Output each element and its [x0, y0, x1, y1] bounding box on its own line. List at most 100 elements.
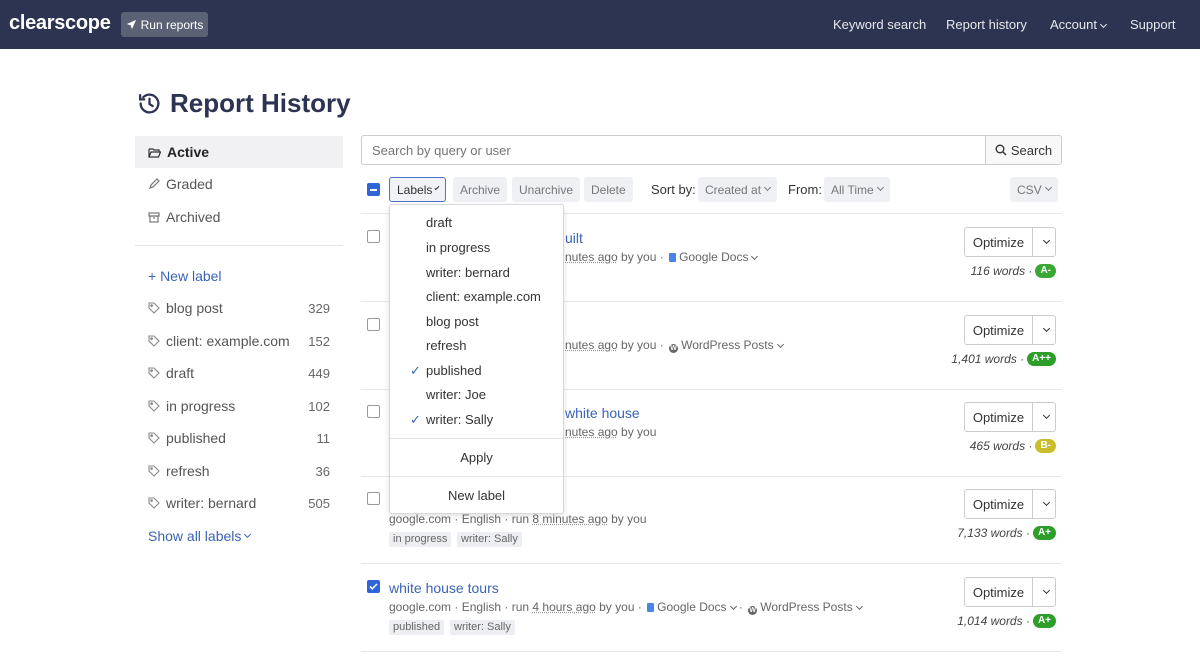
report-meta: google.com · English · run 8 minutes ago…	[389, 512, 647, 526]
row-checkbox[interactable]	[367, 405, 380, 418]
dropdown-item-writer-sally[interactable]: writer: Sally	[426, 412, 493, 427]
sidebar-label-client[interactable]: client: example.com 152	[148, 331, 330, 351]
google-docs-link[interactable]: Google Docs	[645, 600, 737, 614]
clearscope-logo[interactable]: clearscope	[9, 12, 111, 35]
optimize-menu-button[interactable]	[1032, 489, 1056, 519]
chevron-down-icon	[1042, 236, 1050, 244]
row-checkbox[interactable]	[367, 230, 380, 243]
report-tag[interactable]: writer: Sally	[450, 620, 515, 635]
nav-account-label: Account	[1050, 17, 1097, 32]
nav-account[interactable]: Account	[1050, 17, 1108, 32]
sidebar-filter-active[interactable]: Active	[135, 136, 343, 168]
unarchive-button[interactable]: Unarchive	[512, 177, 581, 202]
label-name: published	[166, 430, 226, 446]
row-checkbox[interactable]	[367, 580, 380, 593]
nav-keyword-search[interactable]: Keyword search	[833, 17, 926, 32]
sidebar-label-published[interactable]: published 11	[148, 428, 330, 448]
report-title[interactable]: uilt	[565, 230, 583, 246]
tag-icon	[148, 302, 160, 314]
history-icon	[138, 93, 160, 114]
google-docs-link[interactable]: Google Docs	[667, 250, 759, 264]
grade-badge: A+	[1032, 614, 1056, 628]
optimize-button[interactable]: Optimize	[964, 577, 1033, 607]
report-title[interactable]: white house	[565, 405, 640, 421]
report-tag[interactable]: in progress	[389, 532, 452, 547]
optimize-button[interactable]: Optimize	[964, 489, 1033, 519]
sort-by-select[interactable]: Created at	[698, 177, 778, 202]
row-checkbox[interactable]	[367, 318, 380, 331]
row-checkbox[interactable]	[367, 492, 380, 505]
dropdown-item-blog-post[interactable]: blog post	[426, 314, 479, 329]
sidebar-label-writer-bernard[interactable]: writer: bernard 505	[148, 493, 330, 513]
report-tag[interactable]: writer: Sally	[457, 532, 522, 547]
dropdown-item-in-progress[interactable]: in progress	[426, 240, 490, 255]
sidebar-label-in-progress[interactable]: in progress 102	[148, 396, 330, 416]
chevron-down-icon	[764, 183, 772, 192]
google-docs-icon	[669, 253, 677, 262]
search-icon	[995, 144, 1007, 156]
new-label-link[interactable]: + New label	[148, 266, 330, 286]
optimize-menu-button[interactable]	[1032, 577, 1056, 607]
run-by: by you ·	[617, 338, 664, 352]
grade-badge: A+	[1032, 526, 1056, 540]
sidebar-filter-graded[interactable]: Graded	[135, 168, 343, 200]
dropdown-item-published[interactable]: published	[426, 363, 482, 378]
nav-report-history[interactable]: Report history	[946, 17, 1027, 32]
optimize-button[interactable]: Optimize	[964, 315, 1033, 345]
sidebar-label-refresh[interactable]: refresh 36	[148, 461, 330, 481]
run-time: 4 hours ago	[532, 600, 596, 614]
report-meta: google.com · English · run 4 hours ago b…	[389, 600, 863, 615]
word-count-text: 116 words ·	[970, 264, 1033, 278]
labels-dropdown-button[interactable]: Labels	[389, 177, 446, 202]
run-time: nutes ago	[565, 425, 618, 439]
paper-plane-icon	[126, 19, 136, 30]
search-button[interactable]: Search	[985, 135, 1062, 165]
integration-name: WordPress Posts	[760, 600, 853, 614]
dropdown-item-draft[interactable]: draft	[426, 215, 452, 230]
sort-by-value: Created at	[705, 182, 762, 197]
select-all-checkbox[interactable]	[367, 183, 380, 196]
optimize-menu-button[interactable]	[1032, 315, 1056, 345]
run-reports-button[interactable]: Run reports	[121, 12, 208, 37]
report-tag[interactable]: published	[389, 620, 445, 635]
optimize-menu-button[interactable]	[1032, 402, 1056, 432]
new-label-button[interactable]: New label	[390, 488, 563, 503]
tag-icon	[148, 335, 160, 347]
search-input[interactable]	[361, 135, 986, 165]
tag-icon	[148, 367, 160, 379]
sidebar-label-draft[interactable]: draft 449	[148, 363, 330, 383]
wordpress-link[interactable]: W WordPress Posts	[746, 600, 863, 615]
optimize-menu-button[interactable]	[1032, 227, 1056, 257]
from-value: All Time	[831, 182, 874, 197]
google-docs-icon	[647, 603, 655, 612]
report-title[interactable]: white house tours	[389, 580, 499, 596]
word-count-text: 465 words ·	[969, 439, 1033, 453]
apply-button[interactable]: Apply	[390, 450, 563, 465]
label-name: writer: bernard	[166, 495, 257, 511]
nav-support[interactable]: Support	[1130, 17, 1176, 32]
word-count-text: 7,133 words ·	[957, 526, 1030, 540]
label-name: refresh	[166, 463, 210, 479]
label-count: 11	[316, 430, 331, 446]
sort-by-label: Sort by:	[651, 182, 696, 197]
optimize-button[interactable]: Optimize	[964, 227, 1033, 257]
sidebar-filter-label: Archived	[166, 209, 221, 225]
csv-button[interactable]: CSV	[1010, 177, 1058, 202]
show-all-labels-link[interactable]: Show all labels	[148, 526, 330, 546]
dropdown-item-writer-joe[interactable]: writer: Joe	[426, 387, 486, 402]
report-meta: nutes ago by you · W WordPress Posts	[565, 338, 784, 353]
label-name: client: example.com	[166, 333, 290, 349]
dropdown-item-client[interactable]: client: example.com	[426, 289, 541, 304]
page-title: Report History	[137, 88, 351, 119]
dropdown-item-refresh[interactable]: refresh	[426, 338, 466, 353]
check-icon	[369, 583, 378, 590]
sidebar-label-blog-post[interactable]: blog post 329	[148, 298, 330, 318]
archive-button[interactable]: Archive	[453, 177, 508, 202]
from-select[interactable]: All Time	[824, 177, 890, 202]
dropdown-item-writer-bernard[interactable]: writer: bernard	[426, 265, 510, 280]
sidebar-filter-archived[interactable]: Archived	[135, 201, 343, 233]
delete-button[interactable]: Delete	[584, 177, 633, 202]
optimize-button[interactable]: Optimize	[964, 402, 1033, 432]
wordpress-link[interactable]: W WordPress Posts	[667, 338, 784, 353]
report-meta-prefix: google.com · English · run	[389, 600, 533, 614]
